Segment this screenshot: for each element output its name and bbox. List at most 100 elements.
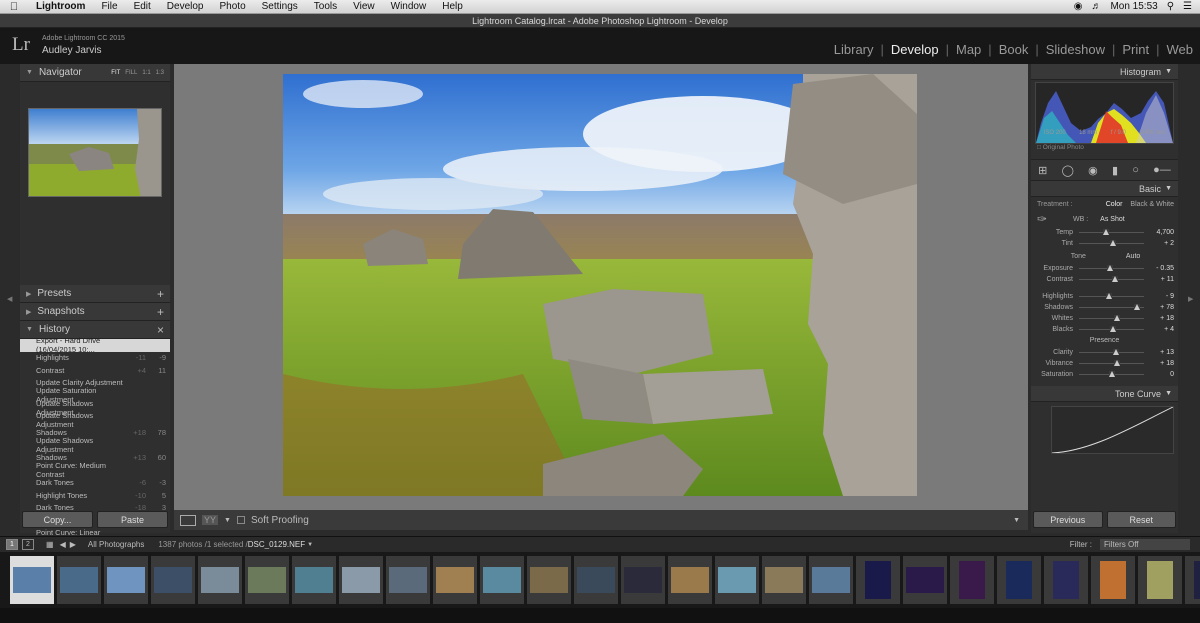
history-item[interactable]: Update Shadows Adjustment xyxy=(20,411,170,429)
filmstrip-thumbnail[interactable] xyxy=(433,556,477,604)
filmstrip-thumbnail[interactable] xyxy=(151,556,195,604)
filmstrip-thumbnail[interactable] xyxy=(10,556,54,604)
module-book[interactable]: Book xyxy=(992,42,1036,57)
adjustment-brush-icon[interactable]: ●— xyxy=(1153,164,1171,176)
eyedropper-icon[interactable]: ✑ xyxy=(1037,212,1057,226)
zoom-fit[interactable]: FIT xyxy=(111,70,120,76)
grid-icon[interactable]: ▦ xyxy=(46,540,54,549)
menu-window[interactable]: Window xyxy=(383,1,435,12)
slider-thumb[interactable] xyxy=(1109,240,1116,246)
slider-thumb[interactable] xyxy=(1106,265,1113,271)
loupe-view-icon[interactable] xyxy=(180,514,196,526)
module-map[interactable]: Map xyxy=(949,42,988,57)
apple-icon[interactable]:  xyxy=(0,1,28,13)
module-slideshow[interactable]: Slideshow xyxy=(1039,42,1112,57)
treatment-bw[interactable]: Black & White xyxy=(1130,201,1174,208)
history-item[interactable]: Contrast +4 11 xyxy=(20,364,170,377)
menu-view[interactable]: View xyxy=(345,1,383,12)
histogram-header[interactable]: Histogram ▼ xyxy=(1031,64,1178,80)
history-item[interactable]: Export - Hard Drive (16/04/2015 10:... xyxy=(20,336,170,354)
filmstrip-thumbnail[interactable] xyxy=(1138,556,1182,604)
tone-curve-graph[interactable] xyxy=(1051,406,1174,454)
spot-removal-icon[interactable]: ◯ xyxy=(1062,164,1074,177)
auto-button[interactable]: Auto xyxy=(1126,253,1140,260)
filmstrip-thumbnail[interactable] xyxy=(997,556,1041,604)
red-eye-icon[interactable]: ◉ xyxy=(1088,164,1098,177)
filmstrip-thumbnail[interactable] xyxy=(903,556,947,604)
blacks-slider[interactable] xyxy=(1079,326,1144,332)
clarity-slider[interactable] xyxy=(1079,349,1144,355)
tint-slider[interactable] xyxy=(1079,240,1144,246)
contrast-slider[interactable] xyxy=(1079,276,1144,282)
forward-arrow-icon[interactable]: ▶ xyxy=(70,540,76,549)
basic-header[interactable]: Basic ▼ xyxy=(1031,181,1178,197)
add-preset-icon[interactable]: + xyxy=(157,287,164,301)
crop-tool-icon[interactable]: ⊞ xyxy=(1038,164,1047,177)
slider-thumb[interactable] xyxy=(1105,293,1112,299)
module-develop[interactable]: Develop xyxy=(884,42,946,57)
history-item[interactable]: Highlight Tones -10 5 xyxy=(20,489,170,502)
source-label[interactable]: All Photographs xyxy=(88,540,144,549)
wb-select[interactable]: As Shot xyxy=(1100,216,1125,223)
filmstrip-thumbnail[interactable] xyxy=(1185,556,1200,604)
zoom-fill[interactable]: FILL xyxy=(125,70,137,76)
wifi-icon[interactable]: ◉ xyxy=(1074,1,1083,12)
copy-button[interactable]: Copy... xyxy=(22,511,93,528)
history-item[interactable]: Update Shadows Adjustment xyxy=(20,436,170,454)
before-after-icon[interactable]: YY xyxy=(202,515,219,525)
clear-history-icon[interactable]: × xyxy=(157,323,164,337)
filmstrip-thumbnail[interactable] xyxy=(1044,556,1088,604)
filmstrip-thumbnail[interactable] xyxy=(527,556,571,604)
filename[interactable]: DSC_0129.NEF xyxy=(248,540,305,549)
filmstrip-thumbnail[interactable] xyxy=(245,556,289,604)
previous-button[interactable]: Previous xyxy=(1033,511,1103,528)
slider-thumb[interactable] xyxy=(1114,360,1121,366)
original-photo-label[interactable]: □ Original Photo xyxy=(1031,144,1178,151)
filmstrip-thumbnail[interactable] xyxy=(386,556,430,604)
filmstrip-thumbnail[interactable] xyxy=(339,556,383,604)
menu-edit[interactable]: Edit xyxy=(126,1,159,12)
shadows-slider[interactable] xyxy=(1079,304,1144,310)
slider-thumb[interactable] xyxy=(1114,315,1121,321)
saturation-slider[interactable] xyxy=(1079,371,1144,377)
module-library[interactable]: Library xyxy=(827,42,881,57)
back-arrow-icon[interactable]: ◀ xyxy=(60,540,66,549)
right-panel-toggle-icon[interactable]: ▶ xyxy=(1188,295,1193,303)
menu-app[interactable]: Lightroom xyxy=(28,1,93,12)
slider-thumb[interactable] xyxy=(1108,371,1115,377)
filmstrip-thumbnail[interactable] xyxy=(1091,556,1135,604)
exposure-slider[interactable] xyxy=(1079,265,1144,271)
graduated-filter-icon[interactable]: ▮ xyxy=(1112,164,1118,177)
navigator-header[interactable]: ▼ Navigator FIT FILL 1:1 1:3 xyxy=(20,64,170,82)
module-web[interactable]: Web xyxy=(1160,42,1200,57)
spotlight-icon[interactable]: ⚲ xyxy=(1167,1,1174,12)
slider-thumb[interactable] xyxy=(1133,304,1140,310)
menu-develop[interactable]: Develop xyxy=(159,1,212,12)
zoom-1-1[interactable]: 1:1 xyxy=(142,70,150,76)
dropdown-icon[interactable]: ▼ xyxy=(224,517,231,524)
main-photo[interactable] xyxy=(283,74,917,496)
notifications-icon[interactable]: ☰ xyxy=(1183,1,1192,12)
menu-photo[interactable]: Photo xyxy=(212,1,254,12)
menu-help[interactable]: Help xyxy=(434,1,471,12)
menu-tools[interactable]: Tools xyxy=(306,1,345,12)
soft-proofing-checkbox[interactable] xyxy=(236,516,245,524)
history-item[interactable]: Point Curve: Medium Contrast xyxy=(20,461,170,479)
second-window-button[interactable]: 2 xyxy=(22,539,34,550)
navigator-preview[interactable] xyxy=(28,108,162,197)
temp-slider[interactable] xyxy=(1079,229,1144,235)
slider-thumb[interactable] xyxy=(1103,229,1110,235)
reset-button[interactable]: Reset xyxy=(1106,511,1176,528)
zoom-1-3[interactable]: 1:3 xyxy=(156,70,164,76)
snapshots-header[interactable]: ▶ Snapshots + xyxy=(20,303,170,321)
clock[interactable]: Mon 15:53 xyxy=(1110,1,1157,12)
toolbar-menu-icon[interactable]: ▼ xyxy=(1013,517,1020,524)
slider-thumb[interactable] xyxy=(1109,326,1116,332)
filmstrip-thumbnail[interactable] xyxy=(480,556,524,604)
left-panel-toggle-icon[interactable]: ◀ xyxy=(7,295,12,303)
filmstrip-thumbnail[interactable] xyxy=(574,556,618,604)
filmstrip-thumbnail[interactable] xyxy=(621,556,665,604)
slider-thumb[interactable] xyxy=(1112,276,1119,282)
highlights-slider[interactable] xyxy=(1079,293,1144,299)
image-area[interactable] xyxy=(174,64,1028,510)
